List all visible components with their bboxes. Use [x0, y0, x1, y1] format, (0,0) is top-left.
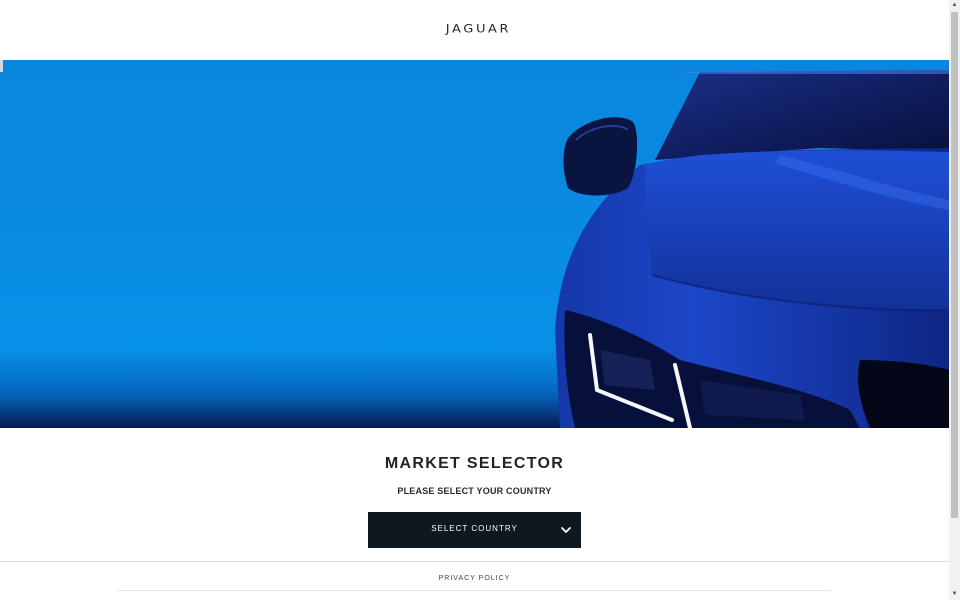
- corner-mark: [0, 60, 3, 72]
- page-title: MARKET SELECTOR: [384, 455, 565, 472]
- site-header: JAGUAR: [0, 0, 949, 60]
- select-country-label: SELECT COUNTRY: [431, 524, 518, 533]
- privacy-policy-link[interactable]: PRIVACY POLICY: [0, 575, 949, 582]
- car-illustration: [0, 70, 949, 428]
- scrollbar-thumb[interactable]: [951, 12, 958, 518]
- select-country-dropdown[interactable]: SELECT COUNTRY: [368, 512, 581, 548]
- jaguar-logo[interactable]: JAGUAR: [446, 23, 511, 36]
- chevron-down-icon: [561, 527, 571, 533]
- page-subtitle: PLEASE SELECT YOUR COUNTRY: [397, 486, 552, 496]
- vertical-scrollbar[interactable]: ▲ ▼: [949, 0, 960, 600]
- footer-bottom-divider: [118, 590, 831, 591]
- hero-image: [0, 60, 949, 428]
- car-grille: [858, 360, 949, 428]
- footer-divider: [0, 561, 949, 562]
- windshield: [655, 70, 949, 160]
- scroll-up-arrow-icon[interactable]: ▲: [949, 0, 960, 11]
- market-selector-page: JAGUAR MARKET SELECTOR PLEASE SELECT YOU…: [0, 0, 949, 600]
- market-selector-section: MARKET SELECTOR PLEASE SELECT YOUR COUNT…: [0, 428, 949, 561]
- scroll-down-arrow-icon[interactable]: ▼: [949, 589, 960, 600]
